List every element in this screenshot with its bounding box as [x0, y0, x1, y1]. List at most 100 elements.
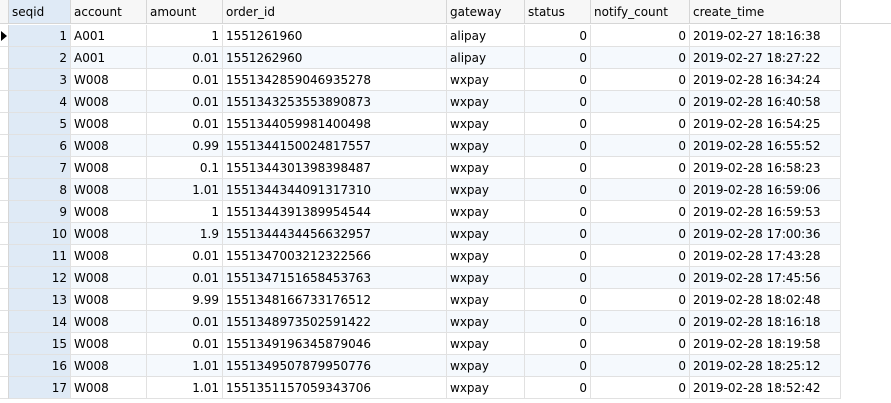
- cell-amount[interactable]: 0.01: [147, 333, 223, 355]
- cell-status[interactable]: 0: [525, 333, 591, 355]
- cell-order-id[interactable]: 1551348973502591422: [223, 311, 447, 333]
- cell-account[interactable]: W008: [71, 201, 147, 223]
- row-indicator[interactable]: [0, 267, 9, 289]
- row-indicator[interactable]: [0, 333, 9, 355]
- cell-notify-count[interactable]: 0: [591, 223, 690, 245]
- cell-notify-count[interactable]: 0: [591, 113, 690, 135]
- cell-gateway[interactable]: wxpay: [447, 135, 525, 157]
- cell-gateway[interactable]: wxpay: [447, 289, 525, 311]
- cell-account[interactable]: W008: [71, 333, 147, 355]
- cell-create-time[interactable]: 2019-02-28 18:16:18: [690, 311, 841, 333]
- cell-account[interactable]: W008: [71, 223, 147, 245]
- cell-order-id[interactable]: 1551342859046935278: [223, 69, 447, 91]
- table-row[interactable]: 16 W008 1.01 1551349507879950776 wxpay 0 0 2019…: [0, 355, 891, 377]
- cell-seqid[interactable]: 11: [9, 245, 71, 267]
- cell-amount[interactable]: 0.01: [147, 91, 223, 113]
- cell-order-id[interactable]: 1551347151658453763: [223, 267, 447, 289]
- cell-order-id[interactable]: 1551348166733176512: [223, 289, 447, 311]
- table-row[interactable]: 4 W008 0.01 1551343253553890873 wxpay 0 0 2019-…: [0, 91, 891, 113]
- cell-account[interactable]: W008: [71, 245, 147, 267]
- table-row[interactable]: 2 A001 0.01 1551262960 alipay 0 0 2019-02-27 18…: [0, 47, 891, 69]
- cell-seqid[interactable]: 16: [9, 355, 71, 377]
- cell-status[interactable]: 0: [525, 157, 591, 179]
- column-header-seqid[interactable]: seqid: [9, 0, 71, 24]
- table-row[interactable]: 6 W008 0.99 1551344150024817557 wxpay 0 0 2019-…: [0, 135, 891, 157]
- cell-status[interactable]: 0: [525, 47, 591, 69]
- column-header-amount[interactable]: amount: [147, 0, 223, 24]
- cell-status[interactable]: 0: [525, 179, 591, 201]
- cell-gateway[interactable]: wxpay: [447, 267, 525, 289]
- cell-seqid[interactable]: 13: [9, 289, 71, 311]
- cell-create-time[interactable]: 2019-02-28 16:55:52: [690, 135, 841, 157]
- table-row[interactable]: 14 W008 0.01 1551348973502591422 wxpay 0 0 2019…: [0, 311, 891, 333]
- row-indicator[interactable]: [0, 201, 9, 223]
- cell-order-id[interactable]: 1551344150024817557: [223, 135, 447, 157]
- cell-amount[interactable]: 0.01: [147, 311, 223, 333]
- column-header-order-id[interactable]: order_id: [223, 0, 447, 24]
- cell-amount[interactable]: 1.01: [147, 355, 223, 377]
- cell-gateway[interactable]: alipay: [447, 47, 525, 69]
- cell-create-time[interactable]: 2019-02-28 16:40:58: [690, 91, 841, 113]
- row-indicator[interactable]: [0, 157, 9, 179]
- cell-order-id[interactable]: 1551349507879950776: [223, 355, 447, 377]
- column-header-notify-count[interactable]: notify_count: [591, 0, 690, 24]
- cell-order-id[interactable]: 1551344344091317310: [223, 179, 447, 201]
- cell-account[interactable]: W008: [71, 179, 147, 201]
- cell-account[interactable]: W008: [71, 135, 147, 157]
- cell-account[interactable]: A001: [71, 47, 147, 69]
- cell-gateway[interactable]: wxpay: [447, 245, 525, 267]
- cell-notify-count[interactable]: 0: [591, 355, 690, 377]
- row-indicator[interactable]: [0, 355, 9, 377]
- cell-create-time[interactable]: 2019-02-28 18:25:12: [690, 355, 841, 377]
- result-grid[interactable]: seqid account amount order_id gateway st…: [0, 0, 891, 403]
- table-row[interactable]: 7 W008 0.1 1551344301398398487 wxpay 0 0 2019-0…: [0, 157, 891, 179]
- cell-account[interactable]: A001: [71, 25, 147, 47]
- cell-seqid[interactable]: 3: [9, 69, 71, 91]
- cell-create-time[interactable]: 2019-02-28 16:59:53: [690, 201, 841, 223]
- cell-create-time[interactable]: 2019-02-28 18:52:42: [690, 377, 841, 399]
- cell-create-time[interactable]: 2019-02-28 16:54:25: [690, 113, 841, 135]
- cell-notify-count[interactable]: 0: [591, 157, 690, 179]
- cell-notify-count[interactable]: 0: [591, 377, 690, 399]
- cell-notify-count[interactable]: 0: [591, 333, 690, 355]
- cell-create-time[interactable]: 2019-02-28 16:34:24: [690, 69, 841, 91]
- cell-account[interactable]: W008: [71, 311, 147, 333]
- cell-status[interactable]: 0: [525, 245, 591, 267]
- cell-create-time[interactable]: 2019-02-27 18:27:22: [690, 47, 841, 69]
- row-indicator[interactable]: [0, 377, 9, 399]
- cell-amount[interactable]: 0.01: [147, 267, 223, 289]
- cell-status[interactable]: 0: [525, 289, 591, 311]
- cell-status[interactable]: 0: [525, 91, 591, 113]
- cell-gateway[interactable]: wxpay: [447, 201, 525, 223]
- cell-gateway[interactable]: wxpay: [447, 223, 525, 245]
- cell-gateway[interactable]: wxpay: [447, 333, 525, 355]
- cell-create-time[interactable]: 2019-02-28 17:43:28: [690, 245, 841, 267]
- cell-gateway[interactable]: wxpay: [447, 157, 525, 179]
- cell-order-id[interactable]: 1551351157059343706: [223, 377, 447, 399]
- cell-status[interactable]: 0: [525, 201, 591, 223]
- cell-amount[interactable]: 1: [147, 201, 223, 223]
- cell-notify-count[interactable]: 0: [591, 311, 690, 333]
- cell-amount[interactable]: 1.01: [147, 179, 223, 201]
- cell-order-id[interactable]: 1551343253553890873: [223, 91, 447, 113]
- cell-amount[interactable]: 1.9: [147, 223, 223, 245]
- row-indicator[interactable]: [0, 69, 9, 91]
- cell-notify-count[interactable]: 0: [591, 47, 690, 69]
- cell-account[interactable]: W008: [71, 267, 147, 289]
- cell-notify-count[interactable]: 0: [591, 289, 690, 311]
- cell-status[interactable]: 0: [525, 135, 591, 157]
- cell-gateway[interactable]: wxpay: [447, 69, 525, 91]
- cell-gateway[interactable]: wxpay: [447, 377, 525, 399]
- cell-account[interactable]: W008: [71, 157, 147, 179]
- cell-create-time[interactable]: 2019-02-28 16:58:23: [690, 157, 841, 179]
- cell-account[interactable]: W008: [71, 289, 147, 311]
- table-row[interactable]: 12 W008 0.01 1551347151658453763 wxpay 0 0 2019…: [0, 267, 891, 289]
- table-row[interactable]: 9 W008 1 1551344391389954544 wxpay 0 0 2019-02-…: [0, 201, 891, 223]
- cell-notify-count[interactable]: 0: [591, 245, 690, 267]
- row-indicator[interactable]: [0, 135, 9, 157]
- cell-status[interactable]: 0: [525, 311, 591, 333]
- cell-status[interactable]: 0: [525, 223, 591, 245]
- cell-amount[interactable]: 1.01: [147, 377, 223, 399]
- cell-status[interactable]: 0: [525, 377, 591, 399]
- cell-amount[interactable]: 0.01: [147, 113, 223, 135]
